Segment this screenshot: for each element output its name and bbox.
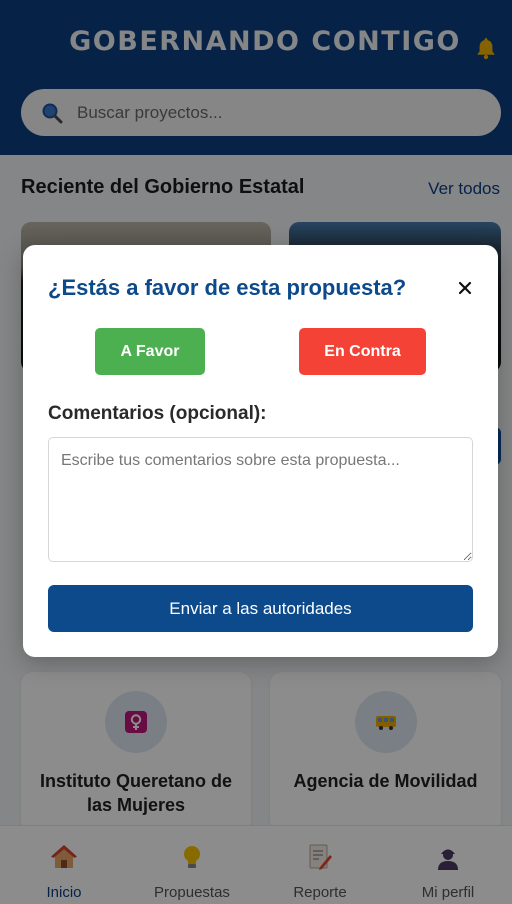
favor-button[interactable]: A Favor bbox=[95, 328, 205, 375]
close-icon[interactable] bbox=[458, 281, 472, 295]
comments-textarea[interactable] bbox=[48, 437, 473, 562]
contra-button[interactable]: En Contra bbox=[299, 328, 426, 375]
modal-title: ¿Estás a favor de esta propuesta? bbox=[48, 275, 407, 300]
send-button[interactable]: Enviar a las autoridades bbox=[48, 585, 473, 632]
vote-modal: ¿Estás a favor de esta propuesta? A Favo… bbox=[23, 245, 498, 657]
comments-label: Comentarios (opcional): bbox=[48, 403, 267, 424]
